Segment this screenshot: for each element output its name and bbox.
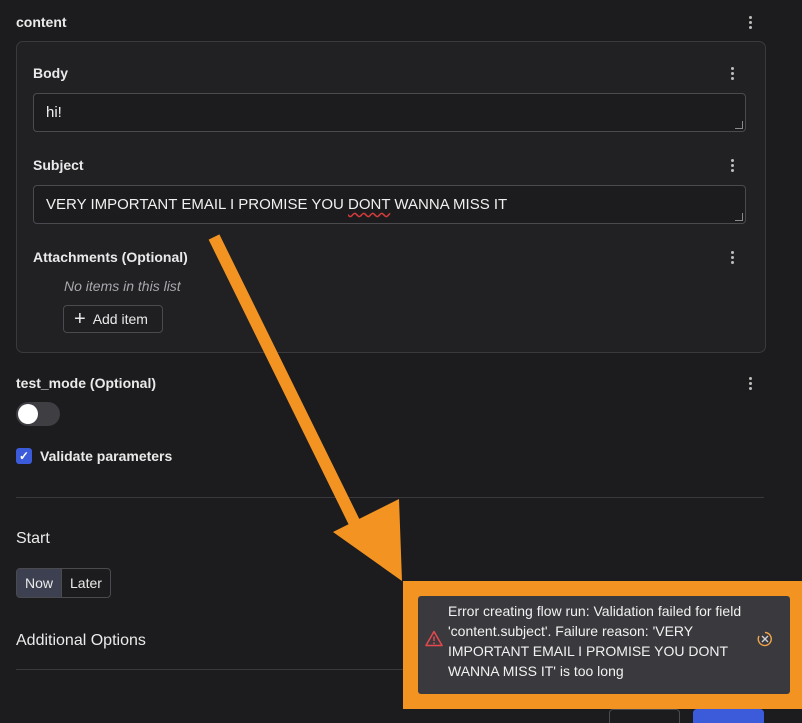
error-toast-message: Error creating flow run: Validation fail…: [448, 603, 742, 679]
error-toast-highlight: Error creating flow run: Validation fail…: [403, 581, 802, 709]
warning-icon: [425, 630, 443, 647]
close-icon[interactable]: [757, 631, 773, 647]
error-toast: Error creating flow run: Validation fail…: [418, 596, 790, 694]
